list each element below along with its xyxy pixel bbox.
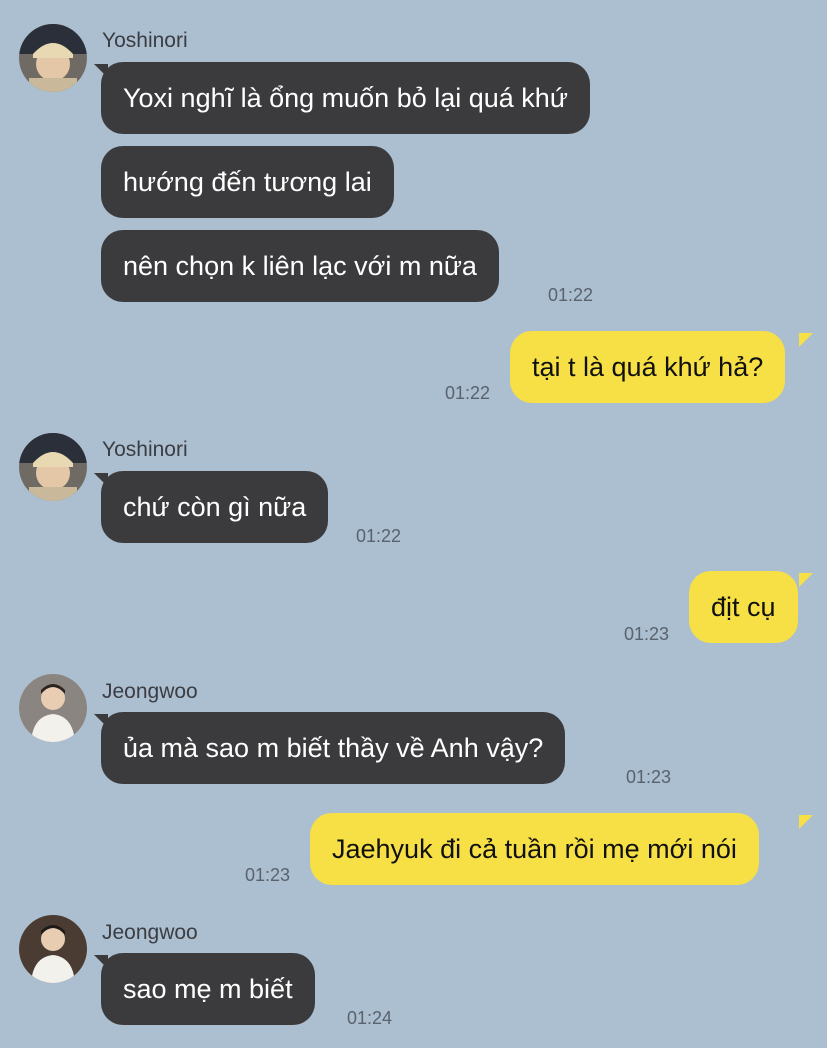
sender-name: Jeongwoo (102, 921, 198, 944)
message-bubble[interactable]: hướng đến tương lai (101, 146, 394, 218)
bubble-tail (799, 815, 813, 829)
message-bubble[interactable]: ủa mà sao m biết thầy về Anh vậy? (101, 712, 566, 784)
sender-name: Yoshinori (102, 29, 188, 52)
message-bubble-outgoing[interactable]: địt cụ (689, 571, 798, 643)
sender-name: Yoshinori (102, 438, 188, 461)
message-bubble-outgoing[interactable]: Jaehyuk đi cả tuần rồi mẹ mới nói (310, 813, 759, 885)
message-timestamp: 01:22 (445, 383, 491, 403)
message-timestamp: 01:22 (356, 526, 402, 546)
user-photo-icon (19, 915, 87, 983)
bubble-tail (799, 333, 813, 347)
bubble-tail (799, 573, 813, 587)
user-photo-icon (19, 433, 87, 501)
avatar-jeongwoo[interactable] (19, 915, 87, 983)
avatar-jeongwoo[interactable] (19, 674, 87, 742)
message-bubble-outgoing[interactable]: tại t là quá khứ hả? (510, 331, 786, 403)
avatar-yoshinori[interactable] (19, 433, 87, 501)
avatar-yoshinori[interactable] (19, 24, 87, 92)
message-timestamp: 01:24 (347, 1008, 393, 1028)
message-bubble[interactable]: sao mẹ m biết (101, 953, 315, 1025)
chat-area[interactable]: Yoshinori Yoxi nghĩ là ổng muốn bỏ lại q… (0, 0, 827, 1048)
sender-name: Jeongwoo (102, 680, 198, 703)
message-bubble[interactable]: Yoxi nghĩ là ổng muốn bỏ lại quá khứ (101, 62, 590, 134)
message-timestamp: 01:23 (624, 624, 670, 644)
message-bubble[interactable]: nên chọn k liên lạc với m nữa (101, 230, 499, 302)
message-timestamp: 01:23 (245, 865, 291, 885)
message-timestamp: 01:23 (626, 767, 672, 787)
user-photo-icon (19, 24, 87, 92)
message-timestamp: 01:22 (548, 285, 594, 305)
user-photo-icon (19, 674, 87, 742)
message-bubble[interactable]: chứ còn gì nữa (101, 471, 329, 543)
